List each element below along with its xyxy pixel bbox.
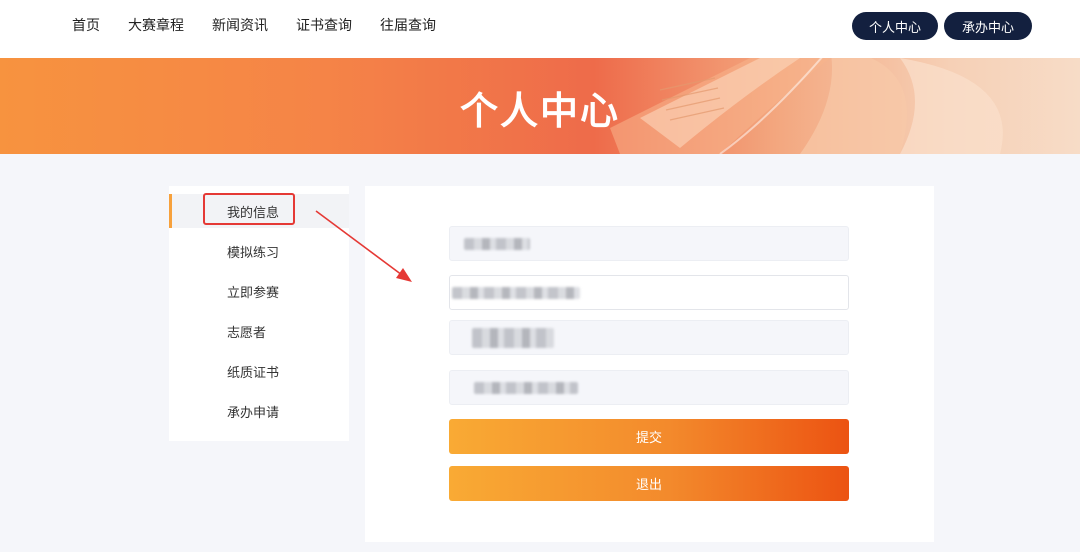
sidebar-item-label: 纸质证书 bbox=[227, 365, 280, 381]
name-field[interactable] bbox=[449, 226, 849, 261]
nav-item-certificate-query[interactable]: 证书查询 bbox=[296, 15, 352, 35]
nav-item-competition-rules[interactable]: 大赛章程 bbox=[128, 15, 184, 35]
sidebar-item-label: 立即参赛 bbox=[227, 285, 280, 301]
sidebar-item-mock-practice[interactable]: 模拟练习 bbox=[169, 234, 349, 268]
organization-field[interactable] bbox=[449, 370, 849, 405]
nav-item-news[interactable]: 新闻资讯 bbox=[212, 15, 268, 35]
redacted-value bbox=[474, 382, 578, 394]
redacted-value bbox=[472, 328, 554, 348]
top-navigation-bar: 首页 大赛章程 新闻资讯 证书查询 往届查询 个人中心 承办中心 bbox=[0, 0, 1080, 58]
sidebar-item-label: 承办申请 bbox=[227, 405, 280, 421]
sidebar-item-label: 模拟练习 bbox=[227, 245, 280, 261]
sidebar-item-label: 志愿者 bbox=[227, 325, 267, 341]
sidebar-item-volunteer[interactable]: 志愿者 bbox=[169, 314, 349, 348]
sidebar-item-host-application[interactable]: 承办申请 bbox=[169, 394, 349, 428]
profile-form-card: 提交 退出 bbox=[365, 186, 934, 542]
sidebar-item-join-competition[interactable]: 立即参赛 bbox=[169, 274, 349, 308]
phone-field[interactable] bbox=[449, 320, 849, 355]
personal-center-button[interactable]: 个人中心 bbox=[852, 12, 938, 40]
annotation-highlight-box bbox=[203, 193, 295, 225]
page-title: 个人中心 bbox=[459, 89, 620, 133]
redacted-value bbox=[464, 238, 530, 250]
nav-item-past-query[interactable]: 往届查询 bbox=[380, 15, 436, 35]
main-nav: 首页 大赛章程 新闻资讯 证书查询 往届查询 bbox=[58, 0, 450, 50]
host-center-button[interactable]: 承办中心 bbox=[944, 12, 1032, 40]
logout-button[interactable]: 退出 bbox=[449, 466, 849, 501]
page-banner: 个人中心 bbox=[0, 58, 1080, 154]
redacted-value bbox=[452, 287, 580, 299]
sidebar-item-paper-certificate[interactable]: 纸质证书 bbox=[169, 354, 349, 388]
submit-button[interactable]: 提交 bbox=[449, 419, 849, 454]
id-number-field[interactable] bbox=[449, 275, 849, 310]
nav-item-home[interactable]: 首页 bbox=[72, 15, 100, 35]
